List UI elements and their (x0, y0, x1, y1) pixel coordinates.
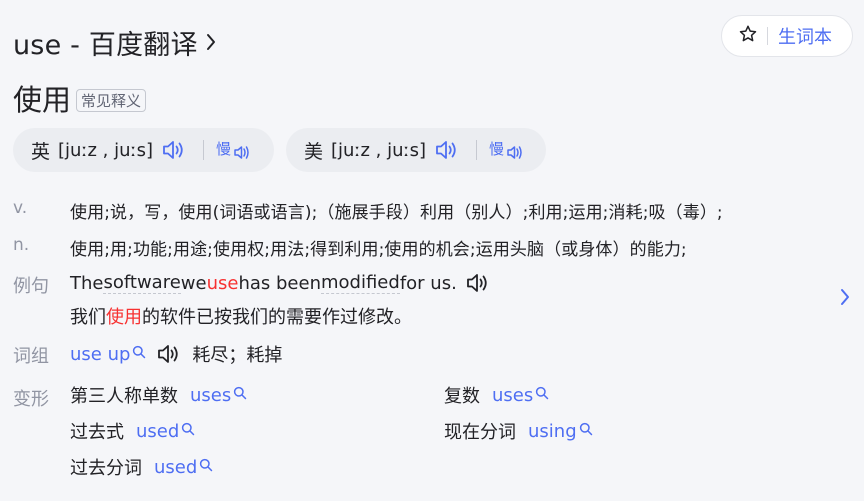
phrase-item: use up 耗尽；耗掉 (70, 340, 282, 368)
phrase-meaning: 耗尽；耗掉 (192, 345, 283, 366)
example-label: 例句 (13, 276, 49, 297)
form-link[interactable]: used (136, 421, 179, 442)
vocab-divider (767, 27, 768, 45)
form-label: 过去式 (70, 422, 124, 443)
speaker-icon[interactable] (434, 138, 460, 162)
form-link[interactable]: uses (190, 385, 231, 406)
pronunciation-divider (203, 140, 204, 160)
pronunciation-divider (476, 140, 477, 160)
speaker-icon[interactable] (465, 271, 491, 295)
form-label: 过去分词 (70, 458, 142, 479)
example-highlight: use (206, 272, 239, 294)
search-icon[interactable] (579, 420, 593, 441)
svg-text:慢: 慢 (489, 140, 504, 158)
pronunciation-us: 美 [juːz , juːs] 慢 (286, 128, 546, 172)
pronunciation-lang: 英 (31, 140, 51, 163)
pronunciation-uk: 英 [juːz , juːs] 慢 (13, 128, 274, 172)
example-sentence-en: The software we use has been modified fo… (70, 270, 491, 296)
example-word[interactable]: modified (321, 272, 400, 294)
form-plural: 复数 uses (444, 381, 549, 409)
form-present-participle: 现在分词 using (444, 417, 593, 445)
pos-noun: n. (13, 235, 30, 255)
page-title-row[interactable]: use - 百度翻译 (13, 23, 216, 62)
example-highlight-zh: 使用 (106, 307, 142, 328)
forms-label: 变形 (13, 389, 49, 410)
add-to-vocab-button[interactable]: 生词本 (721, 15, 853, 57)
search-icon[interactable] (535, 384, 549, 405)
slow-speaker-icon[interactable]: 慢 (216, 137, 250, 163)
form-label: 现在分词 (444, 422, 516, 443)
vocab-label: 生词本 (778, 27, 832, 48)
form-past-participle: 过去分词 used (70, 453, 213, 481)
search-icon[interactable] (132, 343, 146, 364)
pronunciation-lang: 美 (304, 140, 324, 163)
headword-row: 使用 常见释义 (13, 80, 147, 117)
page-title[interactable]: use - 百度翻译 (13, 23, 198, 62)
definition-verb: 使用;说，写，使用(词语或语言);（施展手段）利用（别人）;利用;运用;消耗;吸… (70, 203, 723, 223)
phrase-link[interactable]: use up (70, 344, 130, 365)
pos-verb: v. (13, 198, 28, 218)
form-link[interactable]: used (154, 457, 197, 478)
phrases-label: 词组 (13, 346, 49, 367)
svg-text:慢: 慢 (216, 140, 231, 158)
example-sentence-zh: 我们使用的软件已按我们的需要作过修改。 (70, 307, 412, 328)
pronunciation-ipa: [juːz , juːs] (331, 139, 426, 161)
form-past-tense: 过去式 used (70, 417, 195, 445)
chevron-right-icon[interactable] (840, 288, 850, 310)
speaker-icon[interactable] (156, 342, 182, 366)
form-link[interactable]: using (528, 421, 577, 442)
form-link[interactable]: uses (492, 385, 533, 406)
pronunciation-ipa: [juːz , juːs] (58, 139, 153, 161)
example-word[interactable]: software (103, 272, 181, 294)
form-label: 复数 (444, 386, 480, 407)
slow-speaker-icon[interactable]: 慢 (489, 137, 523, 163)
search-icon[interactable] (181, 420, 195, 441)
headword: 使用 (13, 83, 72, 117)
speaker-icon[interactable] (161, 138, 187, 162)
search-icon[interactable] (233, 384, 247, 405)
form-third-person: 第三人称单数 uses (70, 381, 247, 409)
star-icon (738, 24, 758, 48)
common-meaning-badge: 常见释义 (76, 88, 147, 112)
definition-noun: 使用;用;功能;用途;使用权;用法;得到利用;使用的机会;运用头脑（或身体）的能… (70, 240, 687, 260)
form-label: 第三人称单数 (70, 386, 178, 407)
search-icon[interactable] (199, 456, 213, 477)
chevron-right-icon[interactable] (206, 33, 216, 51)
